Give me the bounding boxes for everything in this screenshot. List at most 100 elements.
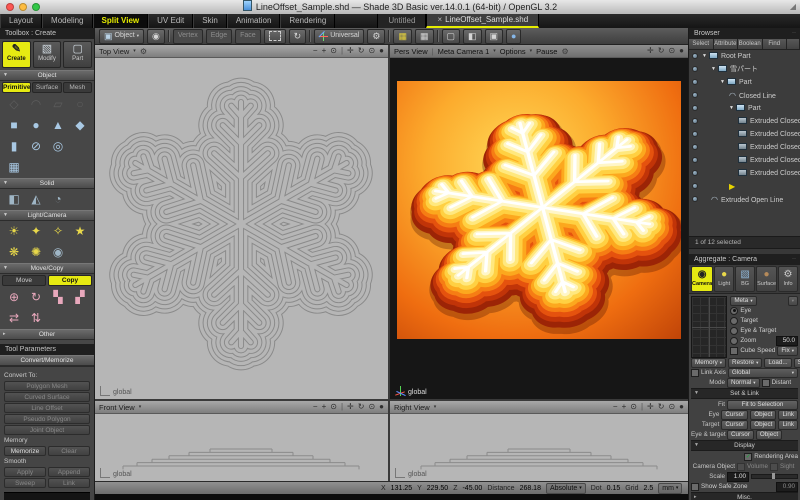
expand-arrow-icon[interactable]: ▼ xyxy=(729,105,734,111)
orbit-tool-icon[interactable]: ● xyxy=(679,45,684,57)
target-cursor-button[interactable]: Cursor xyxy=(721,420,748,430)
magnify-tool-icon[interactable]: ⊙ xyxy=(668,45,675,57)
pan-tool-icon[interactable]: ✛ xyxy=(347,45,354,57)
load-button[interactable]: Load... xyxy=(764,358,791,368)
target-object-button[interactable]: Object xyxy=(750,420,776,430)
clear-button[interactable]: Clear xyxy=(48,446,90,456)
vertex-mode-button[interactable]: Vertex xyxy=(173,29,203,44)
spot-light-tool-icon[interactable]: ✦ xyxy=(25,222,47,241)
view-menu-dropdown-icon[interactable]: ▾ xyxy=(139,404,142,410)
browser-row[interactable]: Extruded Closed xyxy=(689,128,800,141)
link-axis-dropdown[interactable]: Global▾ xyxy=(728,368,798,378)
display-wireframe-button[interactable]: ▢ xyxy=(442,29,461,44)
smooth-link-button[interactable]: Link xyxy=(48,478,90,488)
cube-speed-dropdown[interactable]: Fix▾ xyxy=(777,346,798,356)
visibility-bullet-icon[interactable] xyxy=(692,66,698,72)
solid-intersect-tool-icon[interactable]: ◔ xyxy=(47,190,69,209)
browser-tab-attribute[interactable]: Attribute xyxy=(714,39,739,49)
zoom-in-button[interactable]: + xyxy=(622,401,627,413)
object-mode-button[interactable]: ▣Object▾ xyxy=(99,29,144,44)
front-view-title[interactable]: Front View xyxy=(99,403,135,412)
rectangle-select-button[interactable] xyxy=(264,29,286,44)
memorize-button[interactable]: Memorize xyxy=(4,446,46,456)
rotate-tool-icon[interactable]: ↻ xyxy=(358,45,365,57)
front-viewport[interactable]: Front View ▾ − + ⊙ | ✛ ↻ ⊙ ● global xyxy=(95,401,390,481)
convert-curved-surface-button[interactable]: Curved Surface xyxy=(4,392,90,402)
gear-icon[interactable]: ⚙ xyxy=(561,47,568,56)
aggregate-tab-surface[interactable]: ●Surface xyxy=(756,266,777,292)
tool-parameters-header[interactable]: Tool Parameters xyxy=(0,344,94,355)
visibility-bullet-icon[interactable] xyxy=(692,118,698,124)
rendering-area-checkbox[interactable]: ✓ xyxy=(744,453,752,461)
coordinate-mode-dropdown[interactable]: Absolute▾ xyxy=(546,483,586,494)
unit-dropdown[interactable]: mm▾ xyxy=(658,483,682,494)
set-link-section-bar[interactable]: ▼Set & Link xyxy=(691,388,798,399)
tool-settings-button[interactable]: ⚙ xyxy=(367,29,385,44)
magnify-tool-icon[interactable]: ⊙ xyxy=(368,45,375,57)
gear-icon[interactable]: ⚙ xyxy=(140,47,147,56)
top-view-title[interactable]: Top View xyxy=(99,47,129,56)
rect-line-tool-icon[interactable]: ▱ xyxy=(47,95,69,114)
convert-pseudo-polygon-button[interactable]: Pseudo Polygon xyxy=(4,414,90,424)
tab-mesh[interactable]: Mesh xyxy=(63,82,92,93)
create-mode-button[interactable]: ✎Create xyxy=(2,41,31,68)
aggregate-panel-header[interactable]: Aggregate : Camera·· xyxy=(689,254,800,265)
options-dropdown-icon[interactable]: ▾ xyxy=(530,48,533,54)
fit-to-selection-button[interactable]: Fit to Selection xyxy=(727,400,798,410)
misc-section-bar[interactable]: ▸Misc. xyxy=(691,492,798,500)
camera-toolbar-button[interactable]: ◉ xyxy=(147,29,165,44)
expand-arrow-icon[interactable]: ▼ xyxy=(702,53,707,59)
browser-row[interactable]: ◠Extruded Open Line xyxy=(689,193,800,206)
browser-insert-cursor[interactable]: ▶ xyxy=(689,180,800,193)
copy-button[interactable]: Copy xyxy=(48,275,92,286)
browser-tab-boolean[interactable]: Boolean xyxy=(738,39,763,49)
mirror-tool-icon[interactable]: ⇄ xyxy=(3,309,25,328)
document-tab-lineoffset-sample[interactable]: ×LineOffset_Sample.shd xyxy=(426,14,539,28)
cube-speed-checkbox[interactable] xyxy=(730,347,738,355)
display-shading-button[interactable]: ▣ xyxy=(485,29,504,44)
zoom-in-button[interactable]: + xyxy=(322,401,327,413)
visibility-bullet-icon[interactable] xyxy=(692,170,698,176)
visibility-bullet-icon[interactable] xyxy=(692,157,698,163)
workspace-tab-animation[interactable]: Animation xyxy=(227,14,281,28)
target-link-button[interactable]: Link xyxy=(778,420,798,430)
document-tab-untitled[interactable]: Untitled xyxy=(377,14,426,28)
magnify-tool-icon[interactable]: ⊙ xyxy=(368,401,375,413)
browser-row[interactable]: Extruded Closed xyxy=(689,141,800,154)
universal-manipulator-button[interactable]: Universal xyxy=(314,29,364,44)
browser-tab-find[interactable]: Find xyxy=(763,39,788,49)
other-section-bar[interactable]: ▸Other xyxy=(0,329,94,340)
torus-tool-icon[interactable]: ◎ xyxy=(47,137,69,156)
preview-render-button[interactable]: ● xyxy=(506,29,521,44)
sight-checkbox[interactable] xyxy=(770,463,778,471)
zoom-in-button[interactable]: + xyxy=(322,45,327,57)
wedge-tool-icon[interactable]: ◆ xyxy=(69,116,91,135)
scale-slider[interactable] xyxy=(751,474,798,479)
edge-mode-button[interactable]: Edge xyxy=(206,29,232,44)
browser-row[interactable]: ◠Closed Line xyxy=(689,89,800,102)
rotate-tool-icon[interactable]: ↻ xyxy=(358,401,365,413)
meta-sub-dropdown[interactable]: ▾ xyxy=(788,296,798,306)
magnify-tool-icon[interactable]: ⊙ xyxy=(668,401,675,413)
move-button[interactable]: Move xyxy=(2,275,46,286)
browser-row[interactable]: Extruded Closed xyxy=(689,167,800,180)
aggregate-tab-info[interactable]: ⚙Info xyxy=(778,266,798,292)
eye-radio[interactable] xyxy=(730,307,738,315)
sphere-tool-icon[interactable]: ● xyxy=(25,116,47,135)
disc-tool-icon[interactable]: ⊘ xyxy=(25,137,47,156)
zoom-tool-icon[interactable]: ⊙ xyxy=(330,45,337,57)
workspace-tab-split-view[interactable]: Split View xyxy=(93,14,149,28)
zoom-radio[interactable] xyxy=(730,337,738,345)
shear-tool-icon[interactable]: ⇅ xyxy=(25,309,47,328)
rotate-tool-icon[interactable]: ↻ xyxy=(658,45,665,57)
flood-light-tool-icon[interactable]: ✺ xyxy=(25,243,47,262)
pause-button[interactable]: Pause xyxy=(536,47,557,56)
cube-tool-icon[interactable]: ▦ xyxy=(3,158,25,177)
browser-row[interactable]: ▼Part xyxy=(689,76,800,89)
grid-toggle-button[interactable]: ▦ xyxy=(415,29,434,44)
browser-row[interactable]: ▼Root Part xyxy=(689,50,800,63)
zoom-value-field[interactable]: 50.0 xyxy=(776,336,798,346)
tab-surface[interactable]: Surface xyxy=(32,82,61,93)
distant-checkbox[interactable] xyxy=(762,379,770,387)
orbit-tool-icon[interactable]: ● xyxy=(379,401,384,413)
